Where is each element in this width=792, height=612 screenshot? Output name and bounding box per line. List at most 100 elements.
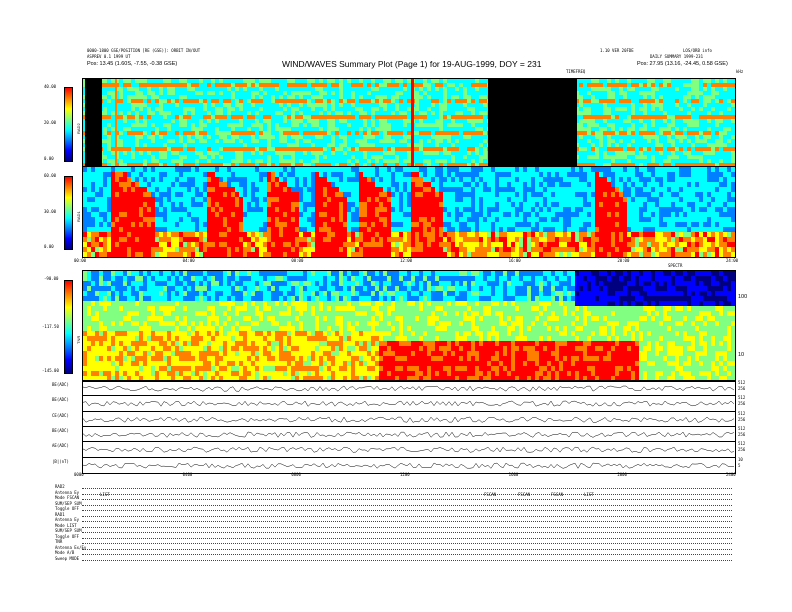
- rad1-cell: [151, 247, 156, 253]
- rad2-cell: [371, 159, 376, 164]
- rad2-cell: [475, 79, 480, 84]
- rad1-cell: [155, 247, 160, 253]
- rad2-cell: [583, 139, 588, 144]
- rad1-cell: [139, 177, 144, 183]
- rad2-cell: [631, 87, 636, 92]
- rad1-cell: [191, 222, 196, 228]
- rad1-cell: [367, 212, 372, 218]
- rad1-cell: [211, 177, 216, 183]
- rad2-cell: [307, 115, 312, 120]
- rad2-cell: [399, 115, 404, 120]
- rad2-cell: [235, 103, 240, 108]
- rad2-cell: [231, 99, 236, 104]
- rad1-cell: [303, 212, 308, 218]
- rad2-cell: [135, 107, 140, 112]
- rad2-cell: [271, 159, 276, 164]
- rad1-cell: [263, 247, 268, 253]
- rad2-cell: [323, 119, 328, 124]
- rad1-cell: [235, 182, 240, 188]
- rad2-cell: [255, 159, 260, 164]
- rad2-cell: [351, 79, 356, 84]
- rad1-cell: [187, 242, 192, 248]
- rad1-cell: [171, 247, 176, 253]
- rad2-cell: [327, 95, 332, 100]
- rad2-cell: [227, 107, 232, 112]
- rad2-cell: [707, 127, 712, 132]
- rad1-cell: [151, 232, 156, 238]
- rad2-cell: [183, 159, 188, 164]
- rad2-cell: [595, 147, 600, 152]
- rad2-cell: [407, 91, 412, 96]
- rad2-cell: [595, 123, 600, 128]
- rad2-cell: [483, 119, 488, 124]
- rad1-cell: [203, 212, 208, 218]
- rad2-cell: [615, 135, 620, 140]
- rad2-cell: [199, 91, 204, 96]
- rad2-cell: [691, 139, 696, 144]
- rad2-cell: [651, 127, 656, 132]
- rad1-cell: [171, 202, 176, 208]
- rad2-cell: [315, 151, 320, 156]
- rad1-cell: [267, 222, 272, 228]
- rad2-cell: [203, 103, 208, 108]
- rad1-cell: [295, 222, 300, 228]
- rad2-cell: [375, 95, 380, 100]
- rad2-cell: [279, 107, 284, 112]
- rad2-cell: [367, 143, 372, 148]
- rad1-cell: [343, 197, 348, 203]
- rad1-cell: [283, 192, 288, 198]
- rad1-cell: [103, 247, 108, 253]
- rad2-cell: [247, 115, 252, 120]
- rad2-cell: [271, 87, 276, 92]
- rad2-cell: [711, 103, 716, 108]
- rad1-cell: [379, 222, 384, 228]
- rad2-cell: [251, 127, 256, 132]
- rad2-cell: [435, 147, 440, 152]
- rad2-cell: [683, 111, 688, 116]
- rad2-cell: [167, 111, 172, 116]
- rad2-cell: [195, 83, 200, 88]
- rad1-cell: [371, 247, 376, 253]
- rad2-cell: [391, 99, 396, 104]
- rad1-cell: [151, 237, 156, 243]
- rad1-cell: [143, 222, 148, 228]
- rad1-cell: [155, 227, 160, 233]
- rad2-cell: [107, 123, 112, 128]
- rad2-cell: [623, 111, 628, 116]
- rad2-cell: [219, 115, 224, 120]
- rad2-cell: [191, 155, 196, 160]
- rad2-cell: [607, 159, 612, 164]
- rad2-cell: [399, 131, 404, 136]
- rad2-cell: [299, 111, 304, 116]
- rad2-cell: [683, 159, 688, 164]
- rad2-cell: [339, 107, 344, 112]
- rad1-cell: [83, 212, 88, 218]
- rad1-cell: [323, 192, 328, 198]
- rad2-cell: [467, 151, 472, 156]
- rad1-cell: [151, 197, 156, 203]
- rad1-cell: [95, 172, 100, 178]
- rad2-cell: [183, 91, 188, 96]
- rad2-cell: [407, 135, 412, 140]
- rad2-cell: [635, 79, 640, 84]
- rad2-cell: [463, 119, 468, 124]
- rad2-cell: [643, 95, 648, 100]
- rad2-cell: [187, 87, 192, 92]
- rad2-cell: [723, 159, 728, 164]
- rad2-cell: [363, 99, 368, 104]
- rad2-cell: [287, 135, 292, 140]
- rad2-cell: [139, 143, 144, 148]
- rad1-cell: [327, 177, 332, 183]
- rad2-cell: [715, 87, 720, 92]
- rad1-cell: [339, 167, 344, 173]
- rad1-cell: [335, 252, 340, 257]
- rad2-cell: [127, 143, 132, 148]
- rad2-cell: [347, 159, 352, 164]
- rad2-cell: [399, 119, 404, 124]
- rad2-cell: [303, 143, 308, 148]
- rad1-cell: [115, 227, 120, 233]
- rad2-cell: [595, 127, 600, 132]
- rad2-cell: [247, 87, 252, 92]
- rad1-cell: [207, 227, 212, 233]
- rad2-cell: [103, 111, 108, 116]
